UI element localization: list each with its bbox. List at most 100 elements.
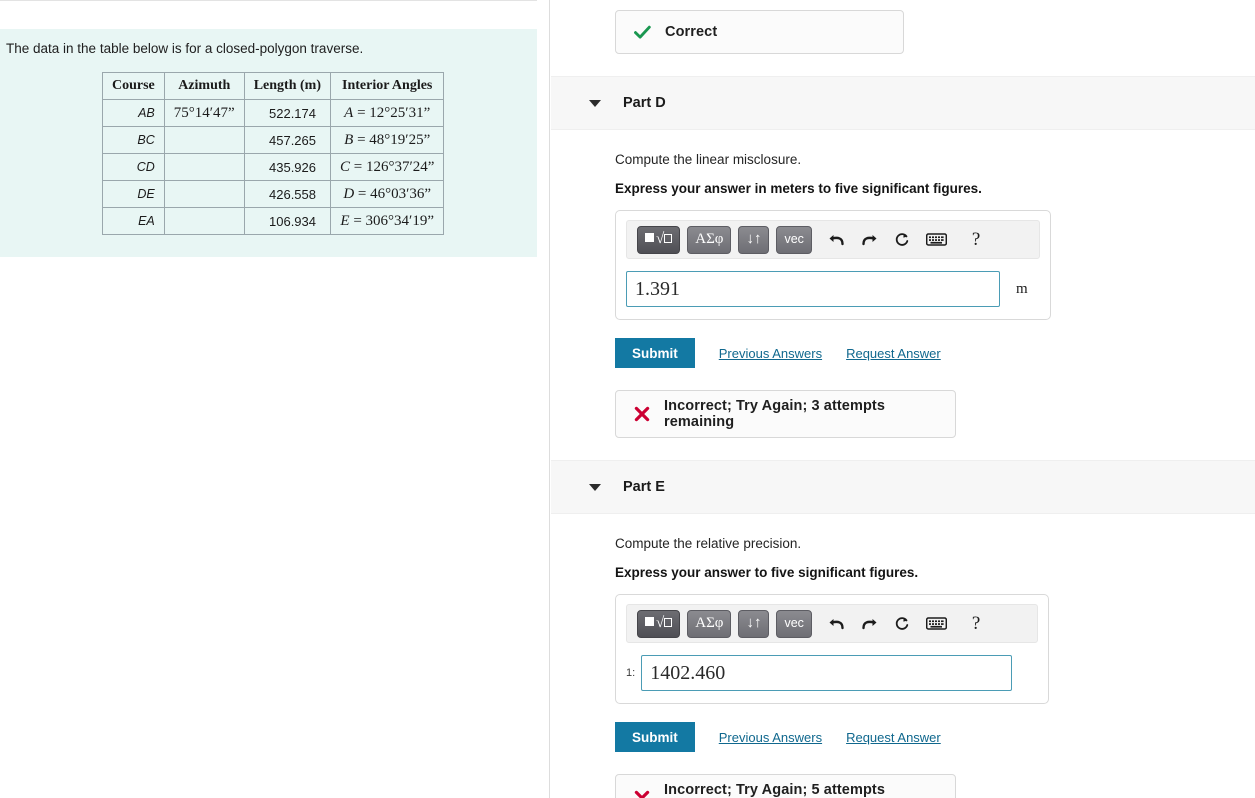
cell-course: CD: [102, 153, 165, 182]
keyboard-icon[interactable]: [925, 617, 947, 630]
angle-variable: A: [344, 104, 354, 121]
part-d-request-answer-link[interactable]: Request Answer: [846, 346, 941, 361]
part-e-question: Compute the relative precision.: [615, 536, 802, 551]
traverse-data-table: Course Azimuth Length (m) Interior Angle…: [102, 72, 445, 236]
cell-azimuth: [163, 153, 245, 182]
filled-square-icon: [645, 617, 654, 626]
redo-icon[interactable]: [861, 616, 878, 631]
reset-icon[interactable]: [894, 232, 910, 248]
cell-length: 426.558: [243, 180, 332, 209]
part-d-question: Compute the linear misclosure.: [615, 152, 802, 167]
cell-length: 435.926: [243, 153, 332, 182]
cell-azimuth: [163, 207, 245, 236]
part-d-header[interactable]: Part D: [551, 76, 1255, 130]
cell-azimuth: [163, 126, 245, 155]
table-row: DE 426.558 D = 46°03′36”: [102, 180, 445, 209]
undo-icon[interactable]: [828, 232, 845, 247]
part-d-body: Compute the linear misclosure. Express y…: [551, 130, 1255, 438]
part-e-input-row: 1:: [626, 655, 1038, 691]
cell-length: 106.934: [243, 207, 332, 236]
angle-variable: B: [344, 131, 354, 148]
cell-course: EA: [102, 207, 165, 236]
chevron-down-icon[interactable]: [589, 99, 601, 107]
part-d-instruction: Express your answer in meters to five si…: [615, 181, 982, 196]
problem-statement-panel: The data in the table below is for a clo…: [0, 0, 550, 798]
part-d-previous-answers-link[interactable]: Previous Answers: [719, 346, 822, 361]
part-e-title: Part E: [623, 479, 665, 495]
part-e-actions: Submit Previous Answers Request Answer: [615, 722, 1255, 752]
part-e-ratio-prefix: 1:: [626, 667, 636, 679]
sort-arrows-button[interactable]: ↓↑: [738, 225, 770, 254]
help-icon[interactable]: ?: [972, 613, 980, 635]
cell-length: 457.265: [243, 126, 332, 155]
column-header-interior-angles: Interior Angles: [329, 72, 445, 101]
cell-azimuth: [163, 180, 245, 209]
part-e-submit-button[interactable]: Submit: [615, 722, 695, 752]
part-e-math-toolbar: √ ΑΣφ ↓↑ vec ?: [626, 604, 1038, 643]
angle-value: = 126°37′24”: [353, 158, 435, 175]
cell-interior-angle: A = 12°25′31”: [329, 99, 445, 128]
angle-value: = 306°34′19”: [353, 212, 434, 229]
part-e-incorrect-banner: Incorrect; Try Again; 5 attempts remaini…: [615, 774, 956, 798]
table-row: AB 75°14′47” 522.174 A = 12°25′31”: [102, 99, 445, 128]
angle-variable: E: [340, 212, 350, 229]
problem-stem-text: The data in the table below is for a clo…: [6, 41, 364, 56]
column-header-length: Length (m): [243, 72, 332, 101]
part-d-math-toolbar: √ ΑΣφ ↓↑ vec ?: [626, 220, 1040, 259]
table-header-row: Course Azimuth Length (m) Interior Angle…: [102, 72, 445, 101]
cell-azimuth: 75°14′47”: [163, 99, 245, 128]
vector-button[interactable]: vec: [776, 225, 812, 254]
table-row: EA 106.934 E = 306°34′19”: [102, 207, 445, 236]
reset-icon[interactable]: [894, 616, 910, 632]
part-d-answer-input[interactable]: [626, 271, 1000, 307]
part-e-instruction: Express your answer to five significant …: [615, 565, 919, 580]
vector-button[interactable]: vec: [776, 609, 812, 638]
cell-interior-angle: B = 48°19′25”: [329, 126, 445, 155]
part-d-input-row: m: [626, 271, 1040, 307]
part-e-feedback-label: Incorrect; Try Again; 5 attempts remaini…: [664, 782, 886, 798]
cell-course: AB: [102, 99, 165, 128]
part-e-request-answer-link[interactable]: Request Answer: [846, 730, 941, 745]
keyboard-icon[interactable]: [925, 233, 947, 246]
part-d-feedback-label: Incorrect; Try Again; 3 attempts remaini…: [664, 398, 886, 430]
cell-interior-angle: C = 126°37′24”: [329, 153, 445, 182]
part-d-answer-box: √ ΑΣφ ↓↑ vec ? 1.391 m: [615, 210, 1051, 320]
table-row: BC 457.265 B = 48°19′25”: [102, 126, 445, 155]
redo-icon[interactable]: [861, 232, 878, 247]
part-e-answer-input[interactable]: [641, 655, 1013, 691]
angle-value: = 48°19′25”: [357, 131, 431, 148]
cell-course: DE: [102, 180, 165, 209]
close-icon: [634, 790, 650, 798]
check-icon: [634, 25, 651, 40]
nth-root-icon: √: [656, 231, 665, 247]
part-e-previous-answers-link[interactable]: Previous Answers: [719, 730, 822, 745]
part-d-title: Part D: [623, 95, 666, 111]
panel-top-divider: [0, 0, 537, 1]
column-header-course: Course: [102, 72, 165, 101]
undo-icon[interactable]: [828, 616, 845, 631]
sort-arrows-button[interactable]: ↓↑: [738, 609, 770, 638]
page-root: The data in the table below is for a clo…: [0, 0, 1255, 798]
part-e-header[interactable]: Part E: [551, 460, 1255, 514]
cell-interior-angle: E = 306°34′19”: [329, 207, 445, 236]
answer-panel: Correct Part D Compute the linear misclo…: [551, 0, 1255, 798]
angle-variable: D: [343, 185, 355, 202]
part-d-unit-label: m: [1016, 280, 1028, 297]
greek-symbols-button[interactable]: ΑΣφ: [687, 225, 732, 254]
chevron-down-icon[interactable]: [589, 483, 601, 491]
column-header-azimuth: Azimuth: [163, 72, 245, 101]
greek-symbols-button[interactable]: ΑΣφ: [687, 609, 732, 638]
angle-value: = 46°03′36”: [357, 185, 432, 202]
help-icon[interactable]: ?: [972, 229, 980, 251]
close-icon: [634, 406, 650, 422]
root-box-icon: [664, 234, 673, 243]
filled-square-icon: [645, 233, 654, 242]
table-row: CD 435.926 C = 126°37′24”: [102, 153, 445, 182]
part-e-answer-box: √ ΑΣφ ↓↑ vec ? 1: 1402.460: [615, 594, 1049, 704]
angle-variable: C: [340, 158, 351, 175]
template-root-button[interactable]: √: [637, 225, 681, 254]
part-d-incorrect-banner: Incorrect; Try Again; 3 attempts remaini…: [615, 390, 956, 438]
part-d-actions: Submit Previous Answers Request Answer: [615, 338, 1255, 368]
part-d-submit-button[interactable]: Submit: [615, 338, 695, 368]
template-root-button[interactable]: √: [637, 609, 681, 638]
